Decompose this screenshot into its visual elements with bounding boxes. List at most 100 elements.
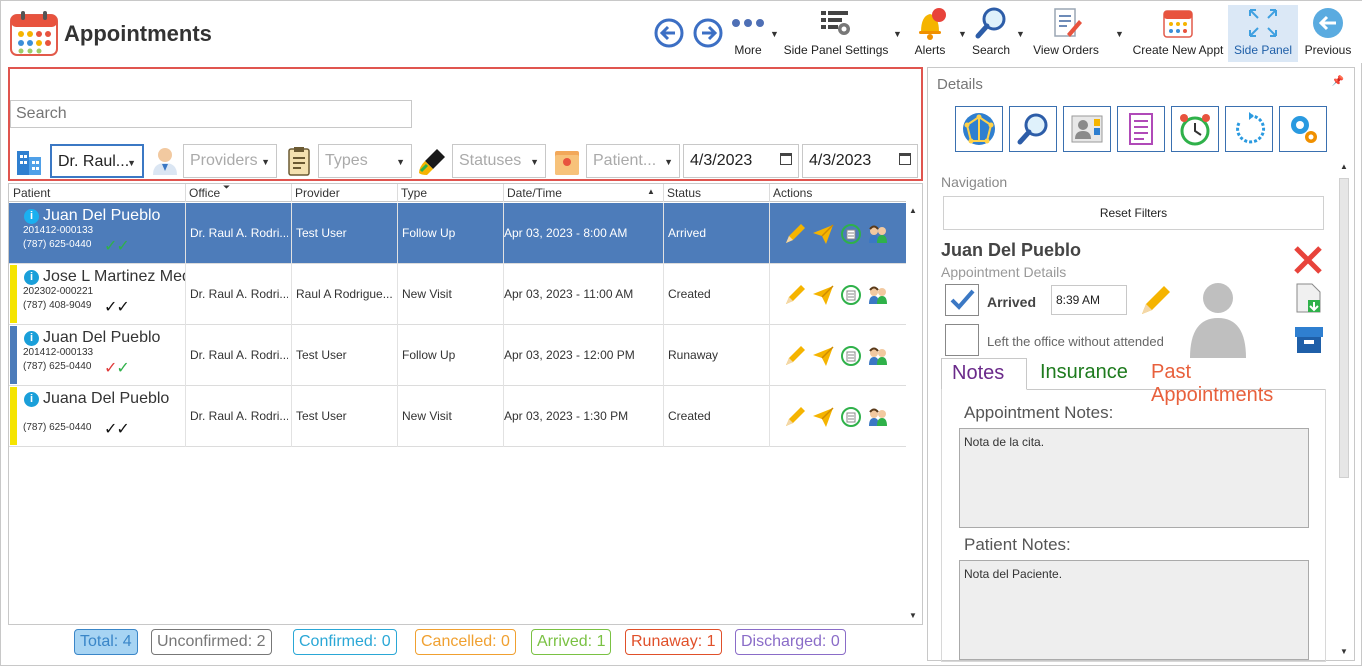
column-header-datetime[interactable]: Date/Time [507,186,562,200]
office-chevron-down-icon: ▼ [127,158,136,168]
create-new-appt-label: Create New Appt [1132,43,1224,57]
datetime-cell: Apr 03, 2023 - 1:30 PM [504,409,629,423]
view-orders-button[interactable]: View Orders [1031,5,1101,61]
appointment-notes-textarea[interactable]: Nota de la cita. [959,428,1309,528]
calendar-icon[interactable] [780,153,792,165]
grid-vertical-scrollbar[interactable]: ▲ ▼ [905,202,921,624]
patient-notes-textarea[interactable]: Nota del Paciente. [959,560,1309,660]
counter-badge[interactable]: Confirmed: 0 [293,629,397,655]
counter-badge[interactable]: Runaway: 1 [625,629,722,655]
office-select[interactable]: Dr. Raul... ▼ [50,144,144,178]
more-chevron-down-icon[interactable]: ▼ [770,29,779,39]
sort-ascending-icon[interactable]: ▲ [647,187,655,196]
document-download-icon[interactable] [1294,282,1324,319]
table-row[interactable]: i Jose L Martinez Med 202302-000221 (787) 4… [9,264,906,325]
sync-notes-icon[interactable] [840,345,862,367]
alarm-clock-icon [1180,114,1210,146]
date-from-picker[interactable]: 4/3/2023 [683,144,799,178]
column-header-office[interactable]: Office [189,186,220,200]
search-input[interactable] [10,100,412,128]
table-row[interactable]: i Juan Del Pueblo 201412-000133 (787) 625-0… [9,325,906,386]
edit-pencil-icon[interactable] [784,345,806,367]
info-icon[interactable]: i [24,209,39,224]
column-header-status[interactable]: Status [667,186,701,200]
patient-select[interactable]: Patient... ▼ [586,144,680,178]
alerts-chevron-down-icon[interactable]: ▼ [958,29,967,39]
create-new-appt-button[interactable]: Create New Appt [1131,5,1225,61]
side-panel-button[interactable]: Side Panel [1228,5,1298,62]
patient-chevron-down-icon: ▼ [664,157,673,167]
edit-pencil-icon[interactable] [784,406,806,428]
send-paper-plane-icon[interactable] [812,345,834,367]
arrived-checkbox[interactable] [945,284,979,316]
sync-notes-icon[interactable] [840,284,862,306]
people-group-icon[interactable] [867,406,889,428]
providers-select[interactable]: Providers ▼ [183,144,277,178]
people-group-icon[interactable] [867,223,889,245]
close-x-icon[interactable] [1291,243,1325,282]
sync-notes-icon[interactable] [840,223,862,245]
orders-chevron-down-icon[interactable]: ▼ [1115,29,1124,39]
patient-phone: (787) 625-0440 [23,422,92,433]
datetime-cell: Apr 03, 2023 - 12:00 PM [504,348,635,362]
statuses-select[interactable]: Statuses ▼ [452,144,546,178]
column-header-type[interactable]: Type [401,186,427,200]
counter-badge[interactable]: Cancelled: 0 [415,629,516,655]
settings-button[interactable] [1279,106,1327,152]
counter-badge[interactable]: Arrived: 1 [531,629,612,655]
arrived-time-input[interactable]: 8:39 AM [1051,285,1127,315]
types-select[interactable]: Types ▼ [318,144,412,178]
info-icon[interactable]: i [24,331,39,346]
scroll-up-arrow-icon[interactable]: ▲ [909,206,917,215]
previous-button[interactable]: Previous [1302,5,1354,61]
checklist-button[interactable] [1117,106,1165,152]
counter-badge[interactable]: Total: 4 [74,629,138,655]
network-globe-button[interactable] [955,106,1003,152]
column-header-provider[interactable]: Provider [295,186,340,200]
send-paper-plane-icon[interactable] [812,223,834,245]
reset-filters-button[interactable]: Reset Filters [943,196,1324,230]
counter-badge[interactable]: Discharged: 0 [735,629,846,655]
side-panel-settings-button[interactable]: Side Panel Settings [782,5,890,61]
details-vertical-scrollbar[interactable]: ▲ ▼ [1337,160,1351,658]
send-paper-plane-icon[interactable] [812,406,834,428]
pin-icon[interactable]: 📌 [1332,76,1344,87]
tab-insurance[interactable]: Insurance [1030,358,1138,390]
back-arrow-icon[interactable] [654,18,684,48]
column-header-patient[interactable]: Patient [13,186,50,200]
patient-card-button[interactable] [1063,106,1111,152]
search-button[interactable]: Search [970,5,1012,61]
left-office-checkbox[interactable] [945,324,979,356]
archive-box-icon[interactable] [1292,323,1326,360]
settings-chevron-down-icon[interactable]: ▼ [893,29,902,39]
scroll-down-arrow-icon[interactable]: ▼ [1340,647,1348,656]
sync-notes-icon[interactable] [840,406,862,428]
people-group-icon[interactable] [867,345,889,367]
scroll-thumb[interactable] [1339,178,1349,478]
scroll-down-arrow-icon[interactable]: ▼ [909,611,917,620]
alerts-button[interactable]: Alerts [908,5,952,61]
people-group-icon[interactable] [867,284,889,306]
alerts-label: Alerts [914,43,946,57]
edit-pencil-icon[interactable] [784,223,806,245]
forward-arrow-icon[interactable] [693,18,723,48]
more-button[interactable]: More [728,5,768,61]
scroll-up-arrow-icon[interactable]: ▲ [1340,162,1348,171]
alarm-clock-button[interactable] [1171,106,1219,152]
filter-funnel-icon[interactable]: ⏷ [223,182,230,193]
info-icon[interactable]: i [24,392,39,407]
tab-past-appointments[interactable]: Past Appointments [1141,358,1326,406]
send-paper-plane-icon[interactable] [812,284,834,306]
magnifier-button[interactable] [1009,106,1057,152]
date-to-picker[interactable]: 4/3/2023 [802,144,918,178]
tab-notes[interactable]: Notes [941,358,1027,390]
edit-pencil-icon[interactable] [1136,284,1172,323]
table-row[interactable]: i Juana Del Pueblo (787) 625-0440 ✓✓ Dr. Rau… [9,386,906,447]
calendar-icon[interactable] [899,153,911,165]
search-chevron-down-icon[interactable]: ▼ [1016,29,1025,39]
counter-badge[interactable]: Unconfirmed: 2 [151,629,272,655]
edit-pencil-icon[interactable] [784,284,806,306]
table-row[interactable]: i Juan Del Pueblo 201412-000133 (787) 625-0… [9,203,906,264]
info-icon[interactable]: i [24,270,39,285]
refresh-button[interactable] [1225,106,1273,152]
